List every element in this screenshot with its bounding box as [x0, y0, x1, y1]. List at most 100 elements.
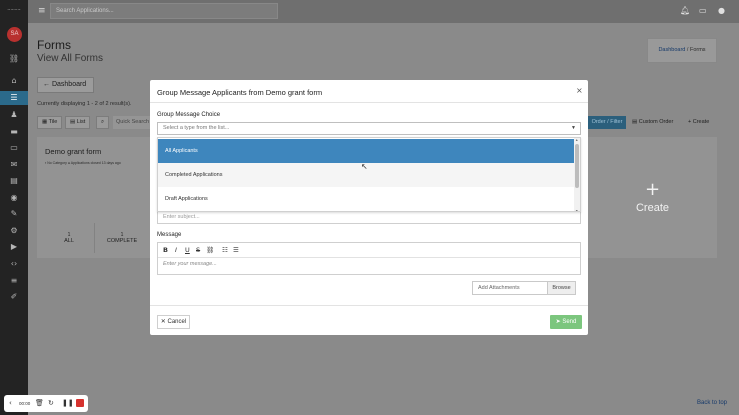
modal-footer-divider — [150, 305, 588, 306]
create-button[interactable]: + Create — [684, 116, 713, 129]
cancel-label: Cancel — [167, 319, 187, 325]
breadcrumb-current: Forms — [689, 47, 706, 53]
list-view-label: List — [76, 119, 86, 125]
user-icon[interactable]: ● — [718, 6, 725, 15]
home-icon[interactable]: ⌂ — [8, 76, 20, 86]
back-to-top-link[interactable]: Back to top — [697, 400, 727, 406]
sidebar: ~~~~ SA ⛓ ⌂ ☰ ♟ ▬ ▭ ✉ ▤ ◉ ✎ ⚙ ▶ ‹› ≡ ✐ — [0, 0, 28, 415]
italic-icon[interactable]: I — [175, 246, 177, 255]
topbar: ≡ Search Applications... 🔔︎ ▭ ● — [28, 0, 739, 23]
breadcrumb: Dashboard / Forms — [647, 38, 717, 63]
stat-all[interactable]: 1 ALL — [49, 232, 89, 244]
video-icon[interactable]: ▶ — [8, 242, 20, 252]
card-divider — [94, 223, 95, 253]
code-icon[interactable]: ‹› — [8, 259, 20, 269]
option-all-applicants[interactable]: All Applicants — [158, 139, 576, 163]
form-card-meta: ▪ No Category ● Applications closed 13 d… — [45, 161, 121, 165]
ordered-list-icon[interactable]: ☷ — [222, 246, 228, 255]
custom-order-button[interactable]: ▤ Custom Order — [628, 116, 677, 129]
inbox-icon[interactable]: ▭ — [8, 143, 20, 153]
collapse-icon[interactable]: ‹ — [9, 398, 12, 409]
form-card[interactable]: Demo grant form ▪ No Category ● Applicat… — [37, 137, 151, 258]
strikethrough-icon[interactable]: S — [196, 246, 200, 255]
quick-search-icon[interactable]: ⌕ — [96, 116, 110, 129]
quick-search-input[interactable]: Quick Search — [113, 116, 150, 129]
recorder-toolbar: ‹ 00:00 🗑︎ ↻ ❚❚ — [4, 395, 88, 412]
breadcrumb-dashboard[interactable]: Dashboard — [658, 47, 685, 53]
order-filter-button[interactable]: Order / Filter — [588, 116, 626, 129]
cancel-button[interactable]: ✕ Cancel — [157, 315, 190, 329]
mail-icon[interactable]: ✉ — [8, 160, 20, 170]
message-label: Message — [157, 232, 182, 238]
modal-divider — [150, 102, 588, 103]
arrow-left-icon: ← — [43, 81, 52, 88]
group-message-modal: Group Message Applicants from Demo grant… — [150, 80, 588, 335]
plus-icon: + — [644, 179, 661, 200]
breadcrumb-separator: / — [686, 47, 689, 53]
users-icon[interactable]: ♟ — [8, 110, 20, 120]
close-icon: ✕ — [160, 319, 168, 325]
list-icon[interactable]: ☰ — [0, 91, 28, 105]
send-label: Send — [562, 319, 577, 325]
search-input[interactable]: Search Applications... — [50, 3, 278, 19]
custom-order-label: Custom Order — [638, 119, 674, 125]
chat-icon[interactable]: ▭ — [699, 6, 707, 15]
scrollbar-thumb[interactable] — [575, 144, 579, 188]
modal-title: Group Message Applicants from Demo grant… — [157, 88, 323, 97]
hamburger-icon[interactable]: ≡ — [38, 6, 46, 16]
message-editor[interactable]: B I U S ⛓ ☷ ☰ Enter your message... — [157, 242, 581, 275]
message-placeholder: Enter your message... — [163, 261, 217, 267]
send-button[interactable]: ➤ Send — [550, 315, 582, 329]
group-message-choice-dropdown: All Applicants Completed Applications Dr… — [157, 137, 581, 212]
editor-toolbar: B I U S ⛓ ☷ ☰ — [158, 243, 580, 258]
browse-button[interactable]: Browse — [547, 281, 576, 295]
scroll-down-icon[interactable]: ▼ — [575, 209, 578, 211]
restart-icon[interactable]: ↻ — [48, 398, 54, 409]
create-button-label: Create — [692, 119, 710, 125]
dashboard-button-label: Dashboard — [51, 81, 87, 88]
trash-icon[interactable]: 🗑︎ — [35, 398, 44, 409]
folder-icon[interactable]: ▬ — [8, 127, 20, 137]
dashboard-button[interactable]: ← Dashboard — [37, 77, 94, 93]
results-count: Currently displaying 1 - 2 of 2 result(s… — [37, 101, 132, 107]
form-category: No Category — [47, 161, 67, 165]
form-card-title[interactable]: Demo grant form — [45, 147, 101, 156]
logo: ~~~~ — [7, 7, 21, 12]
list-ul-icon[interactable]: ≡ — [8, 276, 20, 286]
create-form-label: Create — [635, 202, 670, 214]
tile-view-button[interactable]: ▦ Tile — [37, 116, 63, 129]
group-message-choice-select[interactable]: Select a type from the list... ▼ — [157, 122, 581, 135]
option-draft-applications[interactable]: Draft Applications — [158, 187, 576, 211]
gear-icon[interactable]: ⚙ — [8, 226, 20, 236]
stat-complete[interactable]: 1 COMPLETE — [102, 232, 142, 244]
stat-complete-label: COMPLETE — [106, 238, 138, 244]
form-applications-status: Applications closed 13 days ago — [70, 161, 121, 165]
group-message-choice-label: Group Message Choice — [157, 112, 221, 118]
create-form-card[interactable]: + Create — [588, 137, 717, 258]
underline-icon[interactable]: U — [185, 246, 190, 255]
bold-icon[interactable]: B — [163, 246, 168, 255]
pause-icon[interactable]: ❚❚ — [62, 398, 74, 409]
scroll-up-icon[interactable]: ▲ — [575, 138, 578, 142]
link-icon[interactable]: ⛓ — [206, 246, 214, 255]
stop-icon[interactable] — [76, 399, 84, 407]
select-placeholder: Select a type from the list... — [163, 125, 230, 131]
add-attachments-input[interactable]: Add Attachments — [472, 281, 548, 295]
subject-input[interactable]: Enter subject... — [157, 211, 581, 224]
user-circle-icon[interactable]: ◉ — [8, 193, 20, 203]
unordered-list-icon[interactable]: ☰ — [233, 246, 239, 255]
list-view-button[interactable]: ▤ List — [65, 116, 91, 129]
caret-down-icon: ▼ — [571, 125, 576, 131]
close-icon[interactable]: × — [576, 86, 583, 95]
list-icon: ▤ — [632, 119, 639, 125]
chart-icon[interactable]: ▤ — [8, 176, 20, 186]
page-subtitle: View All Forms — [37, 53, 103, 64]
edit-icon[interactable]: ✐ — [8, 292, 20, 302]
link-icon[interactable]: ⛓ — [8, 54, 20, 64]
recorder-time: 00:00 — [19, 401, 31, 406]
wrench-icon[interactable]: ✎ — [8, 209, 20, 219]
grid-icon: ▦ — [42, 119, 49, 125]
dropdown-scrollbar[interactable]: ▲ ▼ — [574, 138, 580, 211]
avatar[interactable]: SA — [7, 27, 22, 42]
bell-icon[interactable]: 🔔︎ — [680, 6, 690, 15]
